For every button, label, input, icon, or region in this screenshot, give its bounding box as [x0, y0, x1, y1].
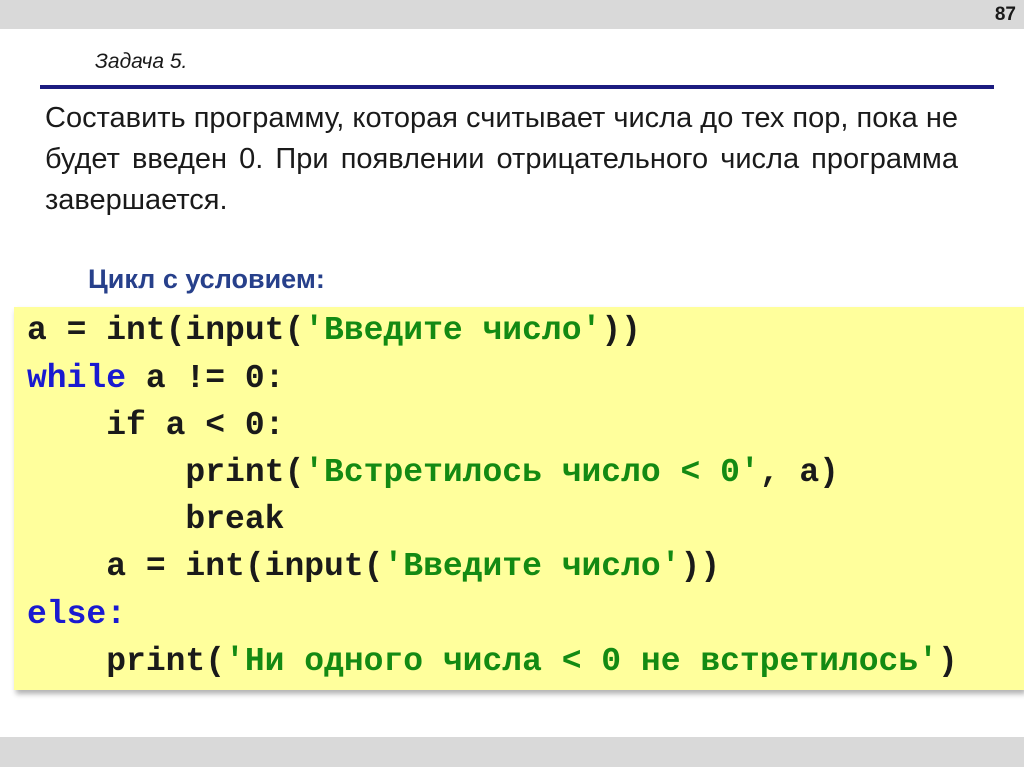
task-title: Задача 5. [95, 50, 188, 73]
code-text: ) [937, 643, 958, 680]
code-line: a = int(input('Введите число')) [27, 547, 720, 587]
code-text: break [27, 501, 285, 538]
code-text: a = int(input( [27, 312, 305, 349]
code-string: 'Введите число' [304, 312, 602, 349]
code-string: 'Ни одного числа < 0 не встретилось' [225, 643, 938, 680]
subheading: Цикл с условием: [88, 264, 325, 294]
code-text: )) [680, 548, 721, 585]
task-text: Составить программу, которая считывает ч… [45, 102, 958, 216]
code-keyword: else: [27, 596, 127, 633]
code-keyword: while [27, 360, 127, 397]
code-line: print('Встретилось число < 0', a) [27, 453, 839, 493]
page-number: 87 [994, 4, 1016, 25]
code-string: 'Введите число' [383, 548, 681, 585]
footer-bar [0, 737, 1024, 767]
code-line: else: [27, 595, 126, 635]
title-divider [40, 85, 994, 89]
code-text: print( [27, 643, 226, 680]
code-block: a = int(input('Введите число')) while a … [14, 307, 1024, 690]
code-line: if a < 0: [27, 406, 284, 446]
code-text: print( [27, 454, 305, 491]
code-line: while a != 0: [27, 359, 284, 399]
code-text: a != 0: [126, 360, 285, 397]
code-text: )) [601, 312, 641, 349]
code-line: break [27, 500, 284, 540]
code-text: , a) [759, 454, 839, 491]
code-text: a = int(input( [27, 548, 384, 585]
header-bar: 87 [0, 0, 1024, 29]
code-text: if a < 0: [27, 407, 285, 444]
code-line: a = int(input('Введите число')) [27, 311, 641, 351]
code-line: print('Ни одного числа < 0 не встретилос… [27, 642, 958, 682]
code-string: 'Встретилось число < 0' [304, 454, 760, 491]
